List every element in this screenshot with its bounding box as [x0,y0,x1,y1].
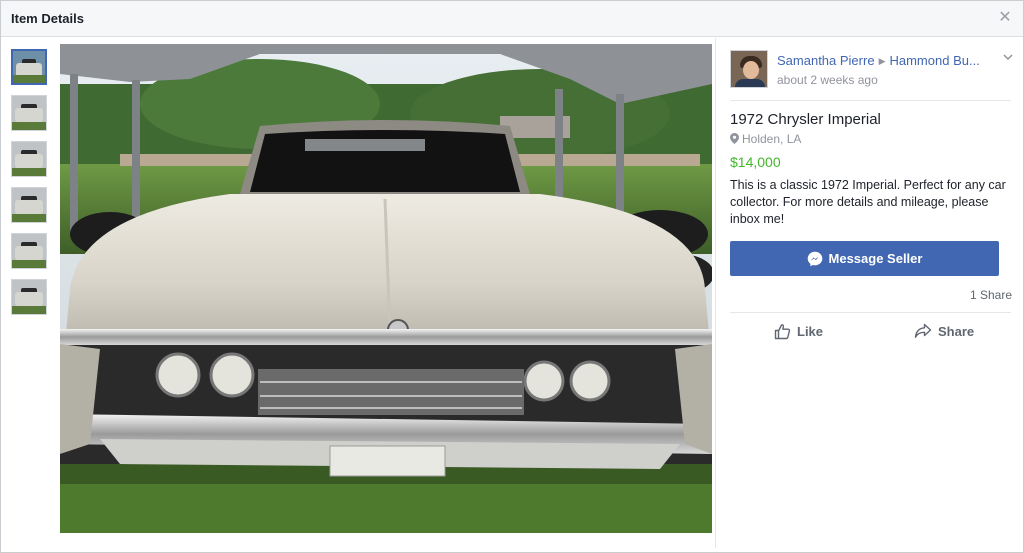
item-title: 1972 Chrysler Imperial [730,111,881,128]
share-arrow-icon [914,323,932,338]
thumbnail[interactable] [11,49,47,85]
divider [730,100,1011,101]
message-seller-label: Message Seller [828,251,923,266]
like-label: Like [797,324,824,339]
seller-line: Samantha Pierre ▶ Hammond Bu... [777,53,997,68]
listing-panel: Samantha Pierre ▶ Hammond Bu... about 2 we… [715,38,1023,548]
post-time[interactable]: about 2 weeks ago [777,73,878,87]
item-price: $14,000 [730,154,781,170]
triangle-right-icon: ▶ [878,56,886,66]
share-label: Share [938,323,975,339]
item-description: This is a classic 1972 Imperial. Perfect… [730,178,1006,226]
action-bar: Like Share [730,321,1012,343]
chevron-down-icon[interactable] [1003,52,1013,62]
item-location: Holden, LA [730,132,801,146]
thumbnail[interactable] [11,187,47,223]
thumbnail[interactable] [11,233,47,269]
share-count[interactable]: 1 Share [970,288,1012,302]
thumbnail[interactable] [11,141,47,177]
thumbnail[interactable] [11,95,47,131]
like-button[interactable]: Like [774,323,823,340]
modal-title: Item Details [11,11,84,26]
group-name-link[interactable]: Hammond Bu... [889,53,979,68]
thumbnail-strip [11,49,49,325]
thumbs-up-icon [774,324,791,340]
messenger-icon [807,251,822,266]
item-details-modal: Item Details ✕ Samantha Pierre ▶ Hammond… [0,0,1024,553]
close-icon[interactable]: ✕ [997,10,1013,26]
main-photo[interactable] [60,44,712,533]
seller-name-link[interactable]: Samantha Pierre [777,53,875,68]
modal-header: Item Details ✕ [1,1,1023,37]
share-button[interactable]: Share [914,323,974,339]
car-photo-illustration [60,44,712,533]
thumbnail[interactable] [11,279,47,315]
message-seller-button[interactable]: Message Seller [730,241,999,276]
divider [730,312,1011,313]
location-text: Holden, LA [742,132,802,146]
avatar[interactable] [730,50,768,88]
location-pin-icon [730,133,739,144]
